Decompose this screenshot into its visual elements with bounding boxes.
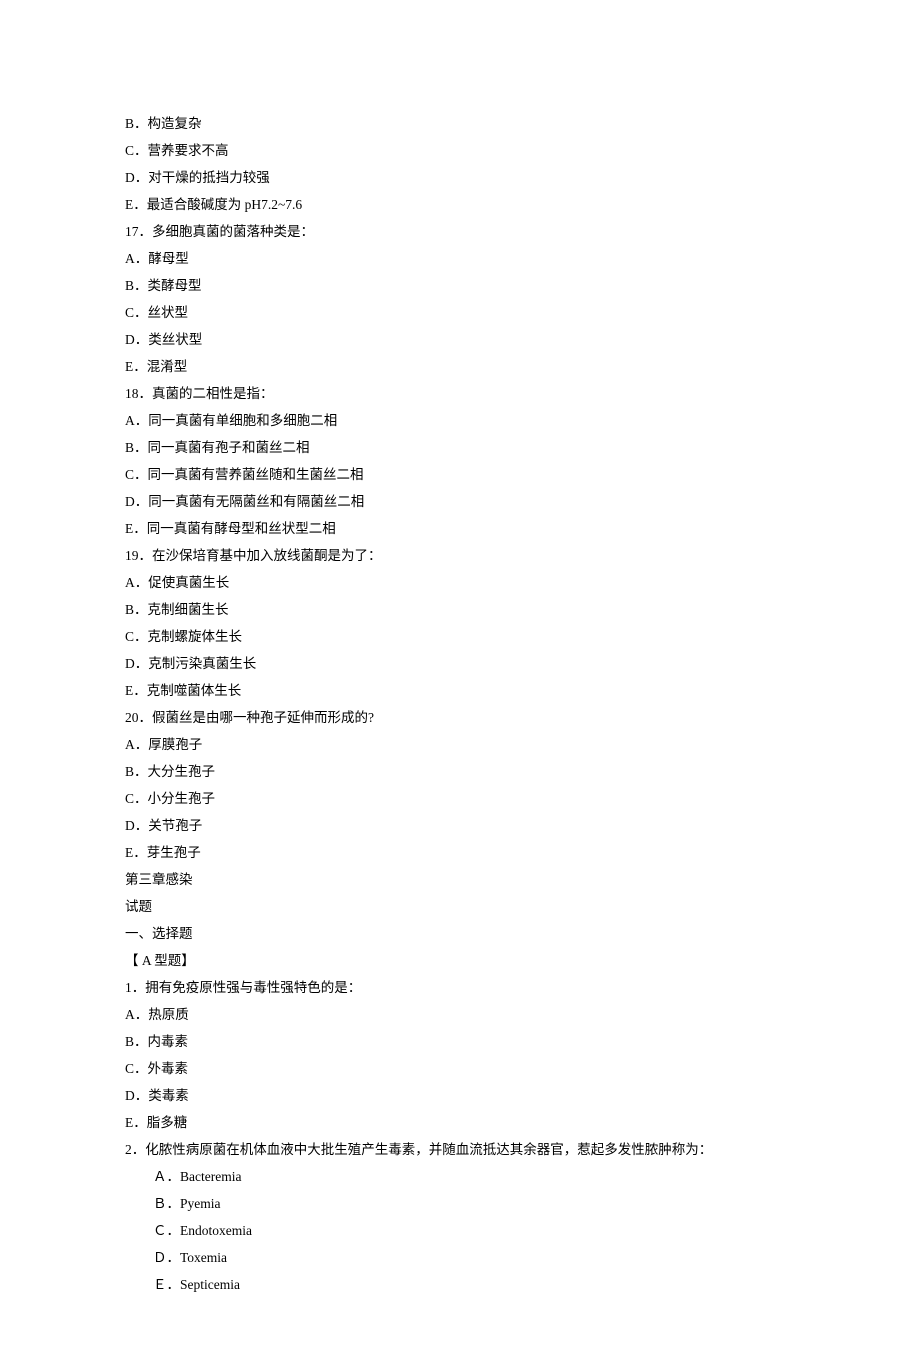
text-line: 17．多细胞真菌的菌落种类是： xyxy=(125,218,800,245)
text-line: 试题 xyxy=(125,893,800,920)
text-line: Ｃ．Endotoxemia xyxy=(125,1217,800,1244)
text-line: C．克制螺旋体生长 xyxy=(125,623,800,650)
text-line: Ｄ．Toxemia xyxy=(125,1244,800,1271)
text-line: B．克制细菌生长 xyxy=(125,596,800,623)
text-line: Ａ．Bacteremia xyxy=(125,1163,800,1190)
text-line: B．内毒素 xyxy=(125,1028,800,1055)
text-line: A．促使真菌生长 xyxy=(125,569,800,596)
text-line: D．类丝状型 xyxy=(125,326,800,353)
text-line: 2．化脓性病原菌在机体血液中大批生殖产生毒素，并随血流抵达其余器官，惹起多发性脓… xyxy=(125,1136,800,1163)
text-line: Ｂ．Pyemia xyxy=(125,1190,800,1217)
document-page: B．构造复杂C．营养要求不高D．对干燥的抵挡力较强E．最适合酸碱度为 pH7.2… xyxy=(0,0,920,1358)
text-line: B．类酵母型 xyxy=(125,272,800,299)
text-line: D．类毒素 xyxy=(125,1082,800,1109)
text-line: C．小分生孢子 xyxy=(125,785,800,812)
text-line: C．营养要求不高 xyxy=(125,137,800,164)
text-line: D．同一真菌有无隔菌丝和有隔菌丝二相 xyxy=(125,488,800,515)
text-line: B．大分生孢子 xyxy=(125,758,800,785)
text-line: 【 A 型题】 xyxy=(125,947,800,974)
text-line: E．最适合酸碱度为 pH7.2~7.6 xyxy=(125,191,800,218)
text-line: A．酵母型 xyxy=(125,245,800,272)
text-line: 1．拥有免疫原性强与毒性强特色的是： xyxy=(125,974,800,1001)
text-line: E．同一真菌有酵母型和丝状型二相 xyxy=(125,515,800,542)
text-line: A．热原质 xyxy=(125,1001,800,1028)
text-line: 第三章感染 xyxy=(125,866,800,893)
text-line: E．脂多糖 xyxy=(125,1109,800,1136)
text-line: C．外毒素 xyxy=(125,1055,800,1082)
text-line: D．克制污染真菌生长 xyxy=(125,650,800,677)
text-line: 一、选择题 xyxy=(125,920,800,947)
text-line: B．构造复杂 xyxy=(125,110,800,137)
text-line: Ｅ．Septicemia xyxy=(125,1271,800,1298)
document-content: B．构造复杂C．营养要求不高D．对干燥的抵挡力较强E．最适合酸碱度为 pH7.2… xyxy=(125,110,800,1298)
text-line: 18．真菌的二相性是指： xyxy=(125,380,800,407)
text-line: D．对干燥的抵挡力较强 xyxy=(125,164,800,191)
text-line: C．丝状型 xyxy=(125,299,800,326)
text-line: D．关节孢子 xyxy=(125,812,800,839)
text-line: E．克制噬菌体生长 xyxy=(125,677,800,704)
text-line: C．同一真菌有营养菌丝随和生菌丝二相 xyxy=(125,461,800,488)
text-line: 20．假菌丝是由哪一种孢子延伸而形成的? xyxy=(125,704,800,731)
text-line: A．同一真菌有单细胞和多细胞二相 xyxy=(125,407,800,434)
text-line: 19．在沙保培育基中加入放线菌酮是为了： xyxy=(125,542,800,569)
text-line: A．厚膜孢子 xyxy=(125,731,800,758)
text-line: E．芽生孢子 xyxy=(125,839,800,866)
text-line: B．同一真菌有孢子和菌丝二相 xyxy=(125,434,800,461)
text-line: E．混淆型 xyxy=(125,353,800,380)
